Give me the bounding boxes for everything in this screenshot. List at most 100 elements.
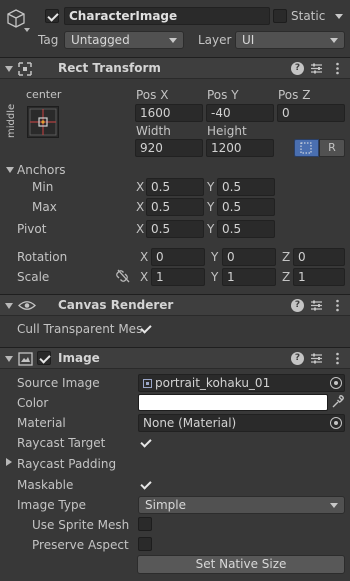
rot-x-label: X xyxy=(140,250,149,264)
eyedropper-icon[interactable] xyxy=(331,395,344,409)
anchors-label: Anchors xyxy=(17,163,66,177)
source-image-label: Source Image xyxy=(17,376,100,390)
color-swatch[interactable] xyxy=(138,394,328,411)
anchor-min-y-field[interactable]: 0.5 xyxy=(217,178,275,196)
rect-transform-header[interactable]: Rect Transform ? xyxy=(0,57,350,79)
anchor-max-y-field[interactable]: 0.5 xyxy=(217,198,275,216)
rot-z-field[interactable]: 0 xyxy=(293,248,345,266)
anchor-min-y-label: Y xyxy=(207,180,215,194)
use-sprite-mesh-toggle[interactable] xyxy=(138,517,152,531)
pos-y-label: Pos Y xyxy=(207,88,239,102)
context-menu-icon[interactable] xyxy=(331,62,344,75)
raycast-padding-label: Raycast Padding xyxy=(17,457,117,471)
image-enabled-toggle[interactable] xyxy=(37,351,51,365)
image-type-dropdown[interactable]: Simple xyxy=(138,496,345,514)
anchor-max-label: Max xyxy=(32,200,57,214)
presets-icon[interactable] xyxy=(310,62,323,75)
scale-z-label: Z xyxy=(282,270,291,284)
source-image-value: portrait_kohaku_01 xyxy=(155,376,271,390)
use-sprite-mesh-label: Use Sprite Mesh xyxy=(32,518,130,532)
blueprint-mode-button[interactable] xyxy=(294,139,319,157)
width-label: Width xyxy=(136,124,171,138)
foldout-arrow-icon[interactable] xyxy=(5,66,13,72)
static-toggle[interactable] xyxy=(273,9,287,23)
source-image-field[interactable]: portrait_kohaku_01 xyxy=(138,374,345,392)
chevron-down-icon xyxy=(330,38,338,43)
help-icon[interactable]: ? xyxy=(291,62,304,75)
static-label: Static xyxy=(291,9,326,23)
anchor-preset-top-label: center xyxy=(26,88,62,101)
rot-x-field[interactable]: 0 xyxy=(151,248,205,266)
image-header[interactable]: Image ? xyxy=(0,347,350,369)
rot-y-field[interactable]: 0 xyxy=(222,248,276,266)
image-type-label: Image Type xyxy=(17,498,86,512)
scale-y-field[interactable]: 1 xyxy=(222,268,276,286)
cull-transparent-mesh-label: Cull Transparent Mes xyxy=(17,322,143,336)
raycast-padding-foldout-icon[interactable] xyxy=(6,458,12,466)
pos-y-field[interactable]: -40 xyxy=(206,104,274,122)
anchor-max-x-field[interactable]: 0.5 xyxy=(146,198,204,216)
anchor-presets-button[interactable] xyxy=(27,106,59,138)
context-menu-icon[interactable] xyxy=(331,352,344,365)
scale-y-label: Y xyxy=(211,270,219,284)
foldout-arrow-icon[interactable] xyxy=(5,356,13,362)
image-component-icon xyxy=(18,352,33,366)
help-icon[interactable]: ? xyxy=(291,299,304,312)
set-native-size-button[interactable]: Set Native Size xyxy=(137,555,345,574)
object-picker-icon[interactable] xyxy=(330,377,342,389)
anchor-min-label: Min xyxy=(32,180,54,194)
pivot-label: Pivot xyxy=(17,222,47,236)
pivot-y-field[interactable]: 0.5 xyxy=(217,220,275,238)
gameobject-name-field[interactable]: CharacterImage xyxy=(64,7,270,25)
anchor-max-x-label: X xyxy=(136,200,145,214)
icon-dropdown-icon[interactable] xyxy=(24,28,30,32)
anchor-min-x-field[interactable]: 0.5 xyxy=(146,178,204,196)
anchors-foldout-icon[interactable] xyxy=(6,167,14,173)
scale-x-label: X xyxy=(140,270,149,284)
rot-z-label: Z xyxy=(282,250,291,264)
canvas-renderer-title: Canvas Renderer xyxy=(58,298,174,312)
maskable-toggle[interactable] xyxy=(138,477,152,491)
image-title: Image xyxy=(58,351,100,365)
raycast-target-toggle[interactable] xyxy=(138,435,152,449)
layer-label: Layer xyxy=(198,33,232,47)
presets-icon[interactable] xyxy=(310,299,323,312)
sprite-icon xyxy=(143,379,152,388)
rect-transform-title: Rect Transform xyxy=(58,61,161,75)
tag-value: Untagged xyxy=(71,33,130,47)
constrain-proportions-icon[interactable] xyxy=(116,269,132,283)
help-icon[interactable]: ? xyxy=(291,352,304,365)
height-field[interactable]: 1200 xyxy=(206,139,274,157)
material-label: Material xyxy=(17,416,66,430)
eye-icon xyxy=(18,299,36,312)
scale-x-field[interactable]: 1 xyxy=(151,268,205,286)
scale-z-field[interactable]: 1 xyxy=(293,268,345,286)
pos-x-label: Pos X xyxy=(136,88,169,102)
raw-edit-button[interactable]: R xyxy=(319,139,345,157)
context-menu-icon[interactable] xyxy=(331,299,344,312)
pos-z-label: Pos Z xyxy=(278,88,311,102)
material-field[interactable]: None (Material) xyxy=(138,414,345,432)
layer-value: UI xyxy=(242,33,255,47)
presets-icon[interactable] xyxy=(310,352,323,365)
static-dropdown-icon[interactable] xyxy=(335,14,343,19)
tag-dropdown[interactable]: Untagged xyxy=(64,31,184,49)
set-native-size-label: Set Native Size xyxy=(195,557,287,571)
layer-dropdown[interactable]: UI xyxy=(235,31,345,49)
foldout-arrow-icon[interactable] xyxy=(5,303,13,309)
gameobject-active-toggle[interactable] xyxy=(45,9,59,23)
cull-transparent-mesh-toggle[interactable] xyxy=(138,321,152,335)
pos-x-field[interactable]: 1600 xyxy=(135,104,203,122)
object-picker-icon[interactable] xyxy=(330,417,342,429)
raw-button-label: R xyxy=(328,141,336,154)
pivot-x-field[interactable]: 0.5 xyxy=(146,220,204,238)
pos-z-field[interactable]: 0 xyxy=(277,104,345,122)
width-field[interactable]: 920 xyxy=(135,139,203,157)
pivot-x-label: X xyxy=(136,222,145,236)
rotation-label: Rotation xyxy=(17,250,68,264)
anchor-max-y-label: Y xyxy=(207,200,215,214)
preserve-aspect-toggle[interactable] xyxy=(138,537,152,551)
height-label: Height xyxy=(207,124,247,138)
canvas-renderer-header[interactable]: Canvas Renderer ? xyxy=(0,294,350,316)
rot-y-label: Y xyxy=(211,250,219,264)
